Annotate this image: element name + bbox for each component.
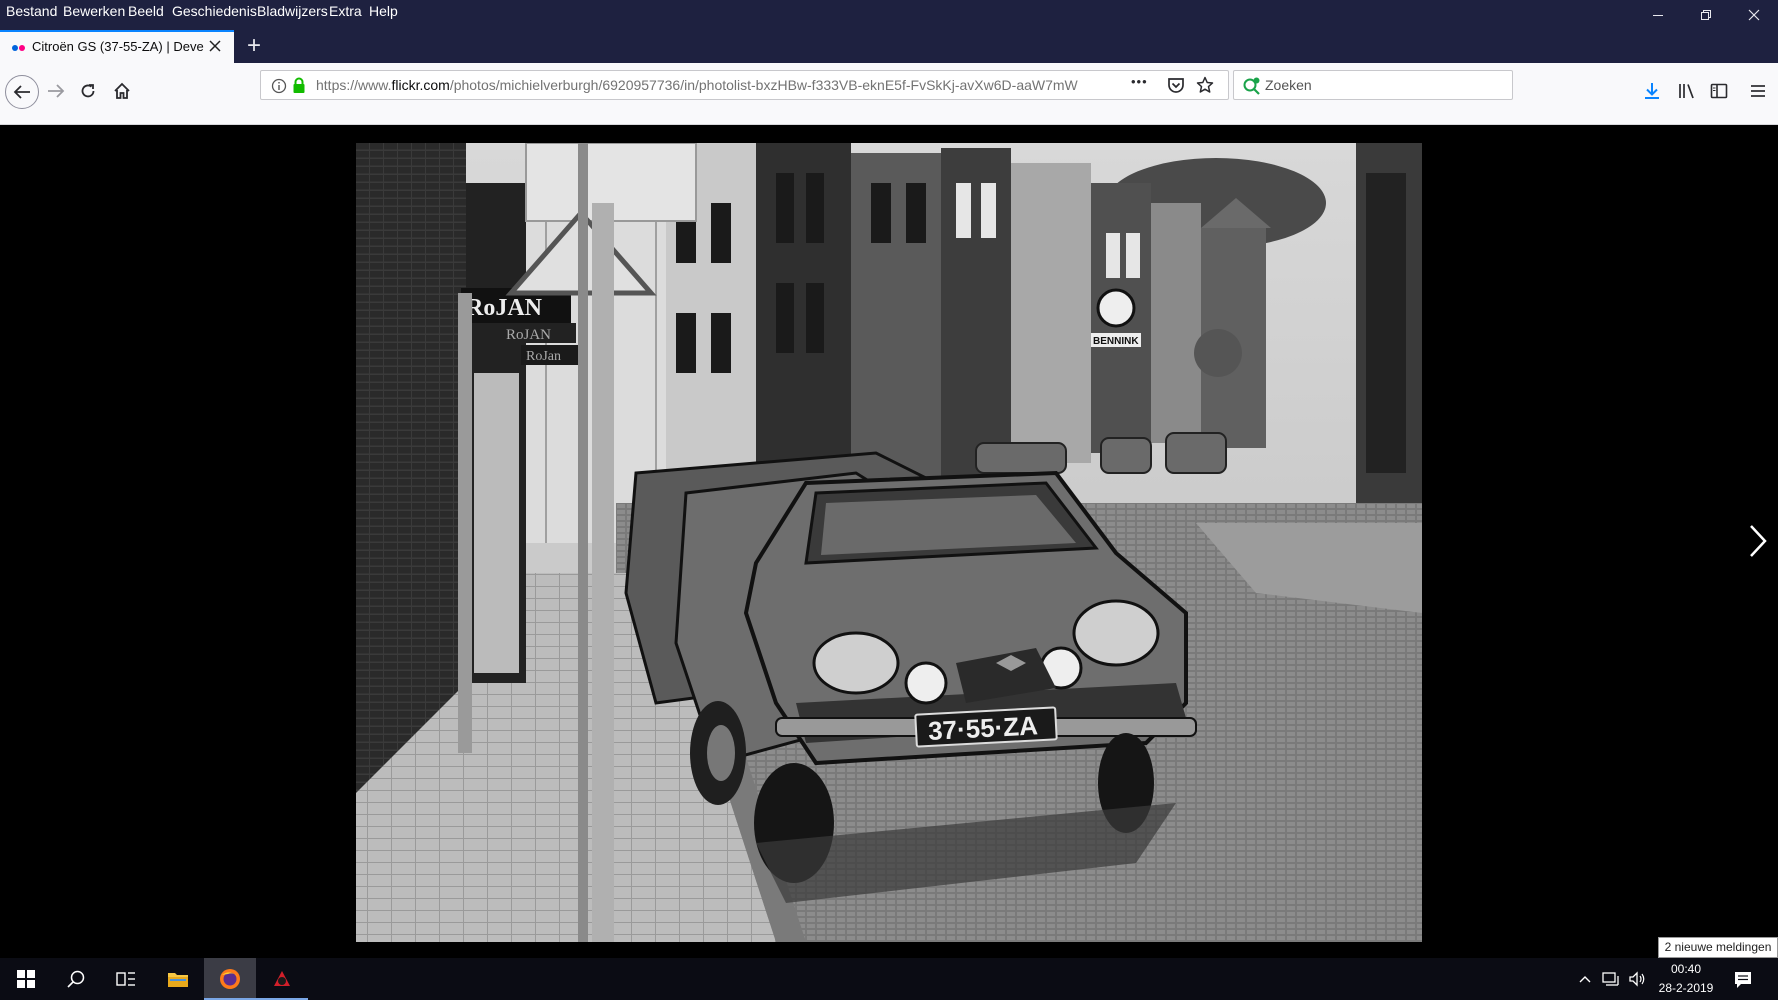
- tab-flickr[interactable]: Citroën GS (37-55-ZA) | Deventer: [0, 30, 234, 63]
- menu-button[interactable]: [1742, 75, 1774, 107]
- close-window-button[interactable]: [1731, 0, 1777, 30]
- close-icon: [209, 40, 221, 52]
- main-photo[interactable]: RoJAN RoJAN RoJan BENNINK 37·55·ZA: [356, 143, 1422, 942]
- library-icon: [1679, 84, 1694, 99]
- taskbar-search-button[interactable]: [50, 958, 102, 1000]
- menu-bestand[interactable]: Bestand: [6, 2, 57, 20]
- shop-sign-reflection-2: RoJan: [526, 349, 561, 364]
- start-button[interactable]: [0, 958, 52, 1000]
- task-view-icon: [116, 972, 135, 986]
- hamburger-menu-icon: [1751, 85, 1765, 97]
- info-icon[interactable]: [271, 78, 287, 94]
- sidebar-icon: [1710, 83, 1728, 99]
- menu-help[interactable]: Help: [369, 2, 398, 20]
- search-icon: [1243, 77, 1260, 95]
- windows-logo-icon: [17, 970, 35, 988]
- shop-sign-reflection: RoJAN: [506, 327, 551, 343]
- file-explorer-button[interactable]: [152, 958, 204, 1000]
- url-text[interactable]: https://www.flickr.com/photos/michielver…: [316, 77, 1103, 93]
- tab-close-button[interactable]: [205, 36, 225, 56]
- url-bar[interactable]: https://www.flickr.com/photos/michielver…: [260, 70, 1229, 100]
- star-bookmark-icon[interactable]: [1196, 76, 1214, 94]
- shop-sign-text: RoJAN: [466, 295, 543, 321]
- page-actions-button[interactable]: •••: [1131, 74, 1148, 89]
- downloads-button[interactable]: [1636, 75, 1668, 107]
- back-button[interactable]: [5, 75, 39, 109]
- library-button[interactable]: [1670, 75, 1702, 107]
- home-icon: [114, 82, 130, 99]
- download-icon: [1645, 83, 1659, 99]
- firefox-icon: [220, 969, 240, 989]
- firefox-taskbar-button[interactable]: [204, 958, 256, 1000]
- url-fade: [1073, 74, 1113, 96]
- forward-button[interactable]: [40, 75, 72, 107]
- reload-button[interactable]: [72, 75, 104, 107]
- lock-icon[interactable]: [292, 77, 306, 94]
- license-plate: 37·55·ZA: [927, 710, 1038, 746]
- clock-date[interactable]: 28-2-2019: [1650, 981, 1722, 995]
- home-button[interactable]: [106, 75, 138, 107]
- next-photo-arrow-icon[interactable]: [1745, 518, 1771, 564]
- menu-bewerken[interactable]: Bewerken: [63, 2, 125, 20]
- close-icon: [1748, 9, 1760, 21]
- search-icon: [67, 970, 85, 988]
- clock-time[interactable]: 00:40: [1650, 962, 1722, 976]
- app-taskbar-button[interactable]: [256, 958, 308, 1000]
- restore-icon: [1701, 10, 1711, 20]
- chevron-up-icon[interactable]: [1578, 973, 1592, 985]
- flickr-favicon-icon: [12, 44, 26, 52]
- windows-taskbar: 00:40 28-2-2019: [0, 958, 1778, 1000]
- arrow-right-icon: [48, 84, 65, 98]
- pocket-icon[interactable]: [1167, 77, 1185, 94]
- search-bar[interactable]: Zoeken: [1233, 70, 1513, 100]
- url-prefix: https://www.: [316, 77, 392, 93]
- action-center-icon[interactable]: [1733, 970, 1753, 990]
- menu-bladwijzers[interactable]: Bladwijzers: [257, 2, 328, 20]
- menu-geschiedenis[interactable]: Geschiedenis: [172, 2, 257, 20]
- menu-extra[interactable]: Extra: [329, 2, 362, 20]
- side-sign-text: BENNINK: [1093, 336, 1139, 347]
- notification-toast[interactable]: 2 nieuwe meldingen: [1658, 937, 1778, 958]
- sidebar-button[interactable]: [1703, 75, 1735, 107]
- url-path: /photos/michielverburgh/6920957736/in/ph…: [449, 77, 1078, 93]
- menu-beeld[interactable]: Beeld: [128, 2, 164, 20]
- url-domain: flickr.com: [391, 77, 450, 93]
- minimize-icon: [1653, 15, 1663, 16]
- reload-icon: [81, 84, 95, 98]
- volume-icon[interactable]: [1628, 971, 1646, 987]
- arrow-left-icon: [13, 85, 30, 99]
- tab-title: Citroën GS (37-55-ZA) | Deventer: [32, 39, 204, 54]
- street-scene-image: RoJAN RoJAN RoJan BENNINK 37·55·ZA: [356, 143, 1422, 942]
- restore-button[interactable]: [1683, 0, 1729, 30]
- task-view-button[interactable]: [100, 958, 152, 1000]
- folder-icon: [168, 973, 188, 987]
- network-icon[interactable]: [1602, 971, 1620, 987]
- search-placeholder: Zoeken: [1265, 77, 1312, 93]
- minimize-button[interactable]: [1635, 0, 1681, 30]
- new-tab-button[interactable]: +: [240, 34, 268, 60]
- navigation-toolbar: https://www.flickr.com/photos/michielver…: [0, 63, 1778, 125]
- red-app-icon: [274, 971, 290, 986]
